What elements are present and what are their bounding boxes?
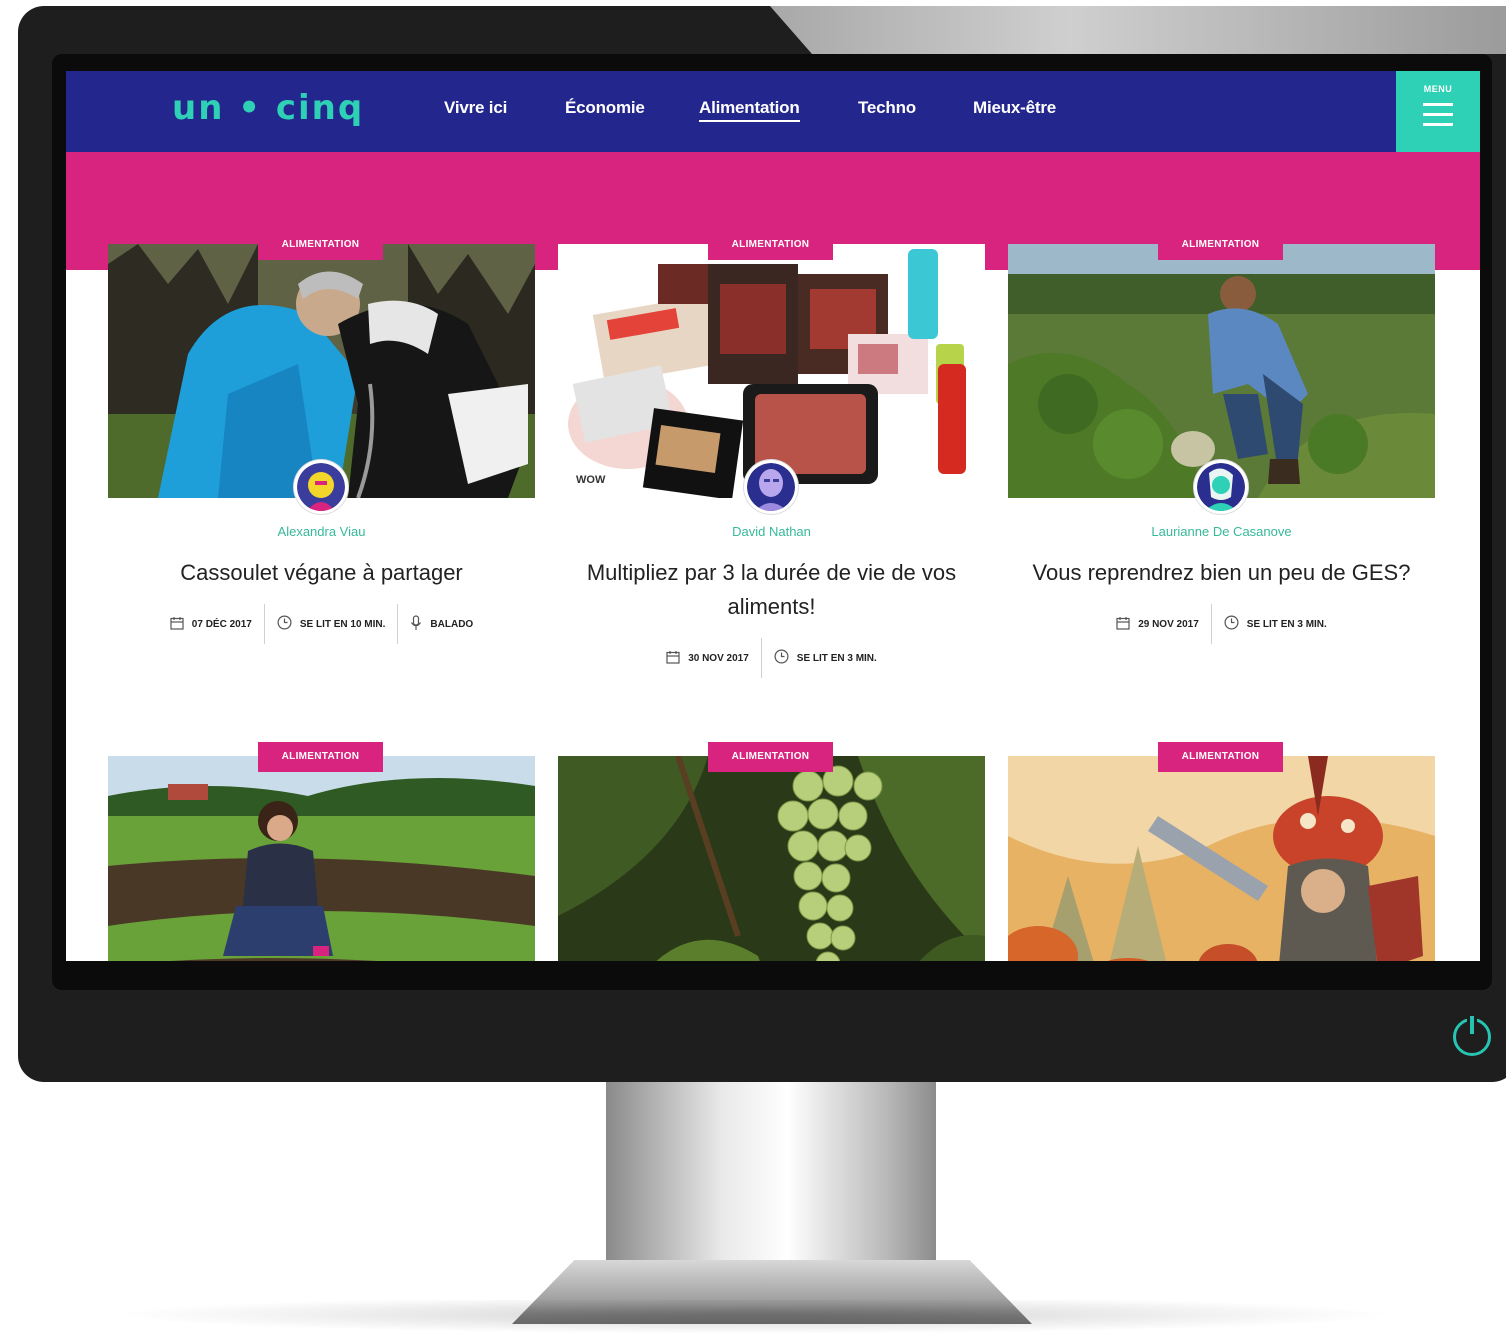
author-avatar[interactable] xyxy=(744,460,798,514)
meta-reading-time-text: SE LIT EN 3 MIN. xyxy=(796,652,877,664)
clock-icon xyxy=(277,615,292,633)
meta-podcast-text: BALADO xyxy=(430,618,474,630)
nav-economie[interactable]: Économie xyxy=(565,98,645,118)
website-screen: un • cinq Vivre ici Économie Alimentatio… xyxy=(66,71,1480,961)
category-tag[interactable]: ALIMENTATION xyxy=(258,230,383,260)
bezel-reflection xyxy=(770,6,1506,54)
article-meta: 30 NOV 2017 SE LIT EN 3 MIN. xyxy=(558,638,985,678)
author-name[interactable]: David Nathan xyxy=(558,524,985,539)
calendar-icon xyxy=(1116,616,1130,633)
category-tag[interactable]: ALIMENTATION xyxy=(708,742,833,772)
calendar-icon xyxy=(666,650,680,667)
meta-date-text: 07 DÉC 2017 xyxy=(191,618,252,630)
article-title[interactable]: Multipliez par 3 la durée de vie de vos … xyxy=(552,556,991,624)
menu-label: MENU xyxy=(1423,84,1453,94)
category-tag[interactable]: ALIMENTATION xyxy=(258,742,383,772)
category-tag[interactable]: ALIMENTATION xyxy=(1158,230,1283,260)
meta-date: 30 NOV 2017 xyxy=(654,638,761,678)
article-image-grapes[interactable] xyxy=(558,756,985,961)
article-image-mushroom-knight[interactable] xyxy=(1008,756,1435,961)
floor-shadow xyxy=(0,1300,1506,1337)
clock-icon xyxy=(774,649,789,667)
article-image-woman-garden[interactable] xyxy=(108,756,535,961)
meta-date: 29 NOV 2017 xyxy=(1104,604,1211,644)
article-meta: 29 NOV 2017 SE LIT EN 3 MIN. xyxy=(1008,604,1435,644)
nav-techno[interactable]: Techno xyxy=(858,98,916,118)
category-tag[interactable]: ALIMENTATION xyxy=(708,230,833,260)
category-tag[interactable]: ALIMENTATION xyxy=(1158,742,1283,772)
author-name[interactable]: Alexandra Viau xyxy=(108,524,535,539)
meta-reading-time-text: SE LIT EN 10 MIN. xyxy=(299,618,386,630)
article-title[interactable]: Vous reprendrez bien un peu de GES? xyxy=(1002,556,1441,590)
power-icon[interactable] xyxy=(1453,1016,1491,1056)
author-avatar[interactable] xyxy=(294,460,348,514)
meta-reading-time: SE LIT EN 10 MIN. xyxy=(263,604,398,644)
site-logo[interactable]: un • cinq xyxy=(172,88,364,128)
meta-date-text: 29 NOV 2017 xyxy=(1138,618,1199,630)
meta-podcast[interactable]: BALADO xyxy=(397,604,485,644)
microphone-icon xyxy=(410,614,422,634)
article-meta: 07 DÉC 2017 SE LIT EN 10 MIN. BALADO xyxy=(108,604,535,644)
meta-date-text: 30 NOV 2017 xyxy=(688,652,749,664)
monitor-mockup: un • cinq Vivre ici Économie Alimentatio… xyxy=(0,0,1506,1337)
menu-button[interactable]: MENU xyxy=(1396,71,1480,152)
nav-mieux-etre[interactable]: Mieux-être xyxy=(973,98,1056,118)
meta-date: 07 DÉC 2017 xyxy=(158,604,264,644)
calendar-icon xyxy=(170,616,184,633)
top-navigation: un • cinq Vivre ici Économie Alimentatio… xyxy=(66,71,1480,152)
meta-reading-time: SE LIT EN 3 MIN. xyxy=(760,638,889,678)
clock-icon xyxy=(1224,615,1239,633)
article-title[interactable]: Cassoulet végane à partager xyxy=(102,556,541,590)
author-name[interactable]: Laurianne De Casanove xyxy=(1008,524,1435,539)
nav-alimentation[interactable]: Alimentation xyxy=(699,98,800,122)
meta-reading-time-text: SE LIT EN 3 MIN. xyxy=(1246,618,1327,630)
meta-reading-time: SE LIT EN 3 MIN. xyxy=(1210,604,1339,644)
author-avatar[interactable] xyxy=(1194,460,1248,514)
wow-badge: WOW xyxy=(566,470,616,490)
nav-vivre-ici[interactable]: Vivre ici xyxy=(444,98,507,118)
